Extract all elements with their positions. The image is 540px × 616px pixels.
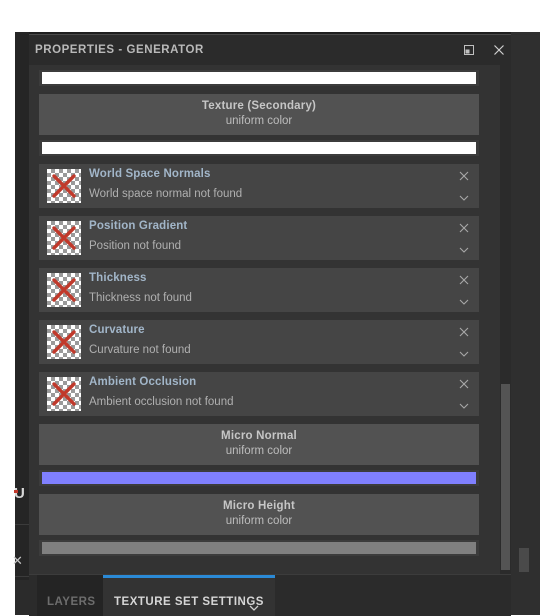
- texture-secondary-color-swatch-fill: [42, 142, 476, 154]
- uniform-channel-block[interactable]: Texture (Secondary) uniform color: [39, 94, 479, 135]
- missing-texture-icon[interactable]: [47, 221, 81, 255]
- left-strip-divider-bottom: [15, 576, 29, 577]
- left-strip-divider-top: [15, 524, 29, 525]
- right-dock-background: [511, 32, 540, 615]
- chevron-down-icon[interactable]: [457, 294, 471, 305]
- properties-generator-panel: PROPERTIES - GENERATOR Texture (Secondar…: [29, 34, 511, 575]
- left-strip-close-icon[interactable]: ✕: [12, 553, 28, 569]
- chevron-down-icon[interactable]: [457, 242, 471, 253]
- texture-secondary-color-swatch[interactable]: [39, 140, 479, 156]
- left-strip-footer-block: [15, 580, 29, 615]
- micro-height-color-swatch-fill: [42, 542, 476, 554]
- missing-texture-icon[interactable]: [47, 325, 81, 359]
- close-icon[interactable]: [457, 377, 471, 391]
- chevron-down-icon[interactable]: [457, 346, 471, 357]
- micro-height-color-swatch[interactable]: [39, 540, 479, 556]
- panel-title: PROPERTIES - GENERATOR: [35, 44, 204, 56]
- uniform-channel-block[interactable]: Micro Normal uniform color: [39, 424, 479, 465]
- resource-channel-title: Ambient Occlusion: [89, 376, 197, 388]
- right-dock-scrollbar-thumb[interactable]: [519, 548, 529, 572]
- panel-titlebar[interactable]: PROPERTIES - GENERATOR: [29, 35, 511, 65]
- panel-scroll-body: Texture (Secondary) uniform color World Sp…: [29, 65, 511, 575]
- resource-channel-title: Curvature: [89, 324, 145, 336]
- close-icon[interactable]: [457, 169, 471, 183]
- micro-normal-color-swatch-fill: [42, 472, 476, 484]
- uniform-channel-title: Micro Normal: [221, 430, 297, 442]
- uniform-channel-title: Micro Height: [222, 500, 296, 512]
- panel-scrollbar-thumb[interactable]: [501, 384, 510, 570]
- resource-channel-title: World Space Normals: [89, 168, 211, 180]
- missing-texture-icon[interactable]: [47, 273, 81, 307]
- micro-normal-color-swatch[interactable]: [39, 470, 479, 486]
- missing-texture-icon[interactable]: [47, 377, 81, 411]
- resource-channel-row[interactable]: World Space Normals World space normal no…: [39, 164, 479, 208]
- uniform-channel-subtitle: uniform color: [225, 515, 293, 527]
- panel-scrollbar-track[interactable]: [500, 65, 511, 575]
- resource-channel-row[interactable]: Thickness Thickness not found: [39, 268, 479, 312]
- chevron-down-icon[interactable]: [247, 601, 261, 613]
- resource-channel-row[interactable]: Curvature Curvature not found: [39, 320, 479, 364]
- close-icon[interactable]: [457, 273, 471, 287]
- chevron-down-icon[interactable]: [457, 190, 471, 201]
- texture-primary-color-swatch[interactable]: [39, 70, 479, 86]
- uniform-channel-subtitle: uniform color: [225, 445, 293, 457]
- resource-channel-status: Position not found: [89, 240, 182, 252]
- resource-channel-title: Thickness: [89, 272, 147, 284]
- resource-channel-row[interactable]: Ambient Occlusion Ambient occlusion not f…: [39, 372, 479, 416]
- channel-list: Texture (Secondary) uniform color World Sp…: [39, 65, 489, 556]
- tab-layers[interactable]: LAYERS: [37, 575, 106, 616]
- resource-channel-row[interactable]: Position Gradient Position not found: [39, 216, 479, 260]
- uniform-channel-block[interactable]: Micro Height uniform color: [39, 494, 479, 535]
- resource-channel-status: Ambient occlusion not found: [89, 396, 234, 408]
- uniform-channel-title: Texture (Secondary): [201, 100, 317, 112]
- missing-texture-icon[interactable]: [47, 169, 81, 203]
- close-icon[interactable]: [491, 42, 507, 58]
- texture-primary-color-swatch-fill: [42, 72, 476, 84]
- uniform-channel-subtitle: uniform color: [225, 115, 293, 127]
- bottom-dock-tabbar: LAYERS TEXTURE SET SETTINGS: [29, 574, 511, 616]
- resource-channel-status: Curvature not found: [89, 344, 191, 356]
- dock-float-icon[interactable]: [461, 42, 477, 58]
- tab-active-underline: [103, 575, 275, 578]
- close-icon[interactable]: [457, 221, 471, 235]
- chevron-down-icon[interactable]: [457, 398, 471, 409]
- tab-texture-set-settings-label: TEXTURE SET SETTINGS: [114, 596, 264, 608]
- resource-channel-status: Thickness not found: [89, 292, 192, 304]
- resource-channel-status: World space normal not found: [89, 188, 243, 200]
- close-icon[interactable]: [457, 325, 471, 339]
- left-toolbar-strip: [15, 32, 29, 615]
- resource-channel-title: Position Gradient: [89, 220, 188, 232]
